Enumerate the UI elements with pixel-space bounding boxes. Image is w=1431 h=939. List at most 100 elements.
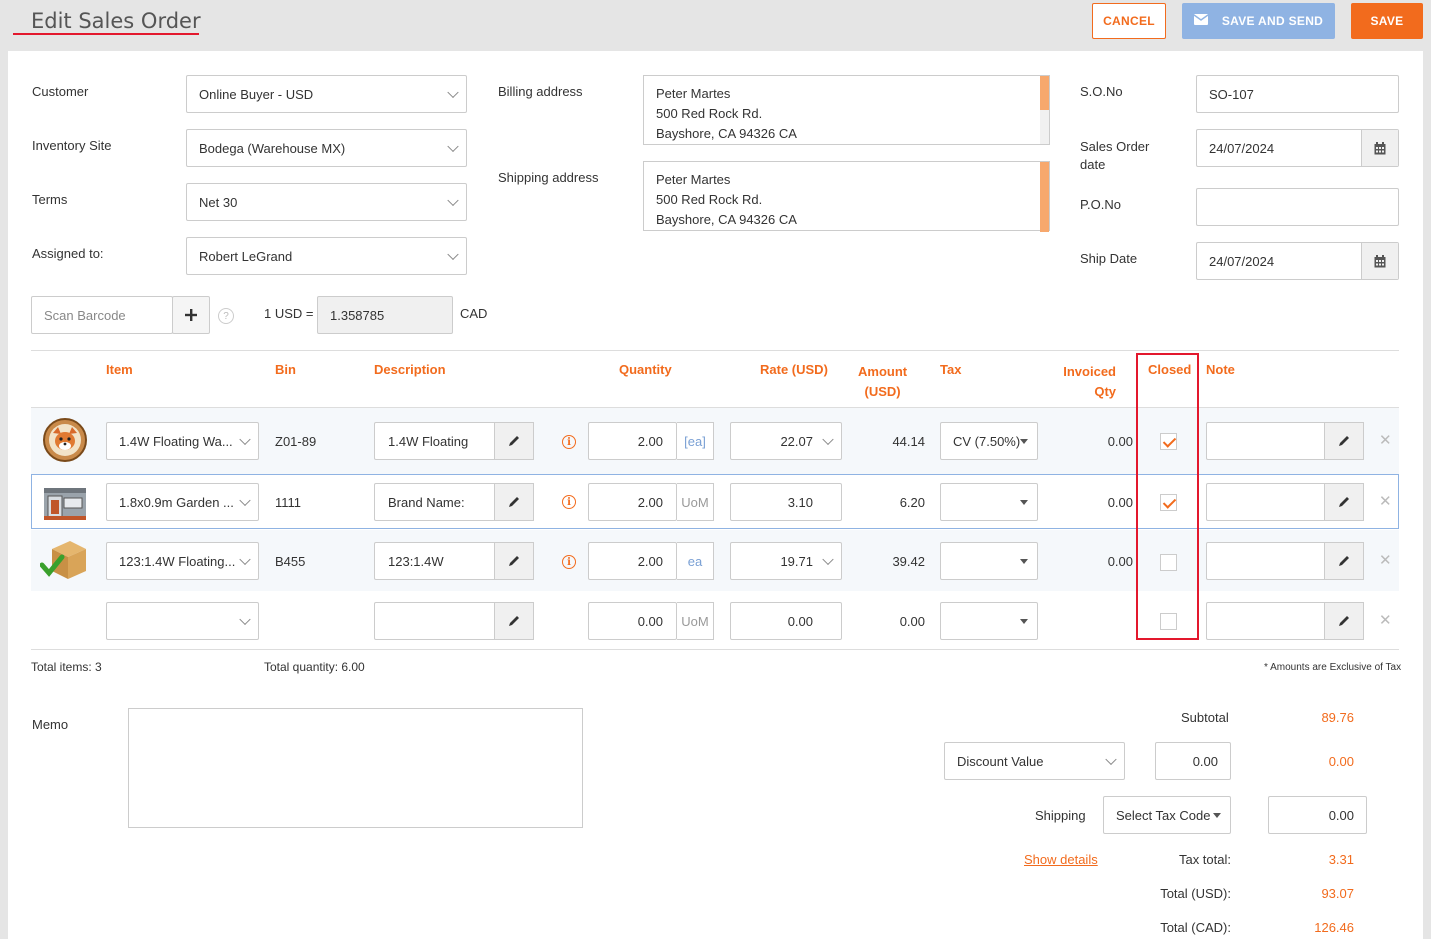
remove-row-icon[interactable]: ✕ [1379, 492, 1392, 510]
item-select[interactable]: 1.4W Floating Wa... [106, 422, 259, 460]
exchange-currency: CAD [460, 306, 488, 321]
col-rate[interactable]: Rate (USD) [760, 362, 828, 377]
pencil-icon[interactable] [1324, 483, 1364, 521]
tax-exclusive-note: * Amounts are Exclusive of Tax [1264, 662, 1402, 673]
assigned-to-select[interactable]: Robert LeGrand [186, 237, 467, 275]
shipping-address-field[interactable]: Peter Martes 500 Red Rock Rd. Bayshore, … [643, 161, 1050, 232]
quantity-input[interactable]: 2.00 [588, 542, 677, 580]
description-input[interactable]: 1.4W Floating [374, 422, 534, 460]
calendar-icon[interactable] [1361, 243, 1398, 279]
scrollbar-thumb[interactable] [1040, 76, 1049, 110]
calendar-icon[interactable] [1361, 130, 1398, 166]
customer-select[interactable]: Online Buyer - USD [186, 75, 467, 113]
pencil-icon[interactable] [1324, 602, 1364, 640]
unit-link[interactable]: [ea] [677, 422, 714, 460]
unit-link[interactable]: UoM [677, 602, 714, 640]
note-input[interactable] [1206, 422, 1364, 460]
scrollbar-thumb[interactable] [1040, 162, 1049, 232]
description-input[interactable] [374, 602, 534, 640]
shipping-input[interactable]: 0.00 [1268, 796, 1367, 834]
remove-row-icon[interactable]: ✕ [1379, 611, 1392, 629]
ship-date-input[interactable]: 24/07/2024 [1196, 242, 1399, 280]
quantity-input[interactable]: 0.00 [588, 602, 677, 640]
bin-value: 1111 [275, 495, 302, 510]
terms-select[interactable]: Net 30 [186, 183, 467, 221]
pencil-icon[interactable] [494, 542, 534, 580]
col-amount[interactable]: Amount (USD) [858, 362, 907, 402]
inventory-site-select[interactable]: Bodega (Warehouse MX) [186, 129, 467, 167]
rate-value: 19.71 [780, 553, 813, 569]
col-invoiced-qty[interactable]: Invoiced Qty [1058, 362, 1116, 402]
item-select[interactable] [106, 602, 259, 640]
rate-value: 22.07 [780, 433, 813, 449]
info-icon[interactable]: i [562, 495, 576, 509]
billing-address-field[interactable]: Peter Martes 500 Red Rock Rd. Bayshore, … [643, 75, 1050, 145]
cancel-button[interactable]: CANCEL [1092, 3, 1166, 39]
chevron-down-icon [822, 433, 834, 446]
save-and-send-button[interactable]: SAVE AND SEND [1182, 3, 1335, 39]
pencil-icon[interactable] [1324, 542, 1364, 580]
note-input[interactable] [1206, 542, 1364, 580]
description-input[interactable]: Brand Name: [374, 483, 534, 521]
rate-input[interactable]: 22.07 [730, 422, 842, 460]
exchange-rate-input[interactable]: 1.358785 [317, 296, 453, 334]
po-no-input[interactable] [1196, 188, 1399, 226]
chevron-down-icon [1105, 753, 1117, 766]
inventory-site-label: Inventory Site [32, 138, 112, 153]
unit-link[interactable]: UoM [677, 483, 714, 521]
col-tax[interactable]: Tax [940, 362, 961, 377]
pencil-icon[interactable] [494, 422, 534, 460]
info-icon[interactable]: i [562, 555, 576, 569]
col-item[interactable]: Item [106, 362, 133, 377]
so-no-input[interactable]: SO-107 [1196, 75, 1399, 113]
tax-select[interactable] [940, 483, 1038, 521]
quantity-input[interactable]: 2.00 [588, 422, 677, 460]
item-select[interactable]: 1.8x0.9m Garden ... [106, 483, 259, 521]
chevron-down-icon [239, 433, 251, 446]
ship-date-label: Ship Date [1080, 251, 1138, 266]
note-input[interactable] [1206, 602, 1364, 640]
rate-input[interactable]: 3.10 [730, 483, 842, 521]
shipping-address-label: Shipping address [498, 170, 599, 185]
chevron-down-icon [447, 140, 459, 153]
tax-select[interactable] [940, 602, 1038, 640]
item-select[interactable]: 123:1.4W Floating... [106, 542, 259, 580]
tax-select[interactable]: CV (7.50%) [940, 422, 1038, 460]
tax-total-label: Tax total: [1178, 852, 1231, 867]
col-invoiced-l2: Qty [1094, 384, 1116, 399]
chevron-down-icon [239, 553, 251, 566]
col-amount-l1: Amount [858, 364, 908, 379]
col-description[interactable]: Description [374, 362, 446, 377]
tax-select[interactable] [940, 542, 1038, 580]
col-quantity[interactable]: Quantity [619, 362, 672, 377]
note-input[interactable] [1206, 483, 1364, 521]
scan-barcode-input[interactable]: Scan Barcode [31, 296, 173, 334]
unit-link[interactable]: ea [677, 542, 714, 580]
col-note[interactable]: Note [1206, 362, 1235, 377]
info-icon[interactable]: i [562, 435, 576, 449]
memo-textarea[interactable] [128, 708, 583, 828]
pencil-icon[interactable] [1324, 422, 1364, 460]
sales-order-date-input[interactable]: 24/07/2024 [1196, 129, 1399, 167]
discount-type-select[interactable]: Discount Value [944, 742, 1125, 780]
remove-row-icon[interactable]: ✕ [1379, 431, 1392, 449]
description-input[interactable]: 123:1.4W [374, 542, 534, 580]
show-details-link[interactable]: Show details [1024, 852, 1098, 867]
quantity-input[interactable]: 2.00 [588, 483, 677, 521]
chevron-down-icon [447, 248, 459, 261]
help-icon[interactable]: ? [218, 308, 234, 324]
shipping-tax-select[interactable]: Select Tax Code [1103, 796, 1231, 834]
discount-value: 0.00 [1328, 754, 1354, 769]
add-barcode-button[interactable] [172, 296, 210, 334]
rate-input[interactable]: 0.00 [730, 602, 842, 640]
col-bin[interactable]: Bin [275, 362, 296, 377]
save-button[interactable]: SAVE [1351, 3, 1423, 39]
sales-order-date-label-l2: date [1080, 157, 1106, 172]
discount-input[interactable]: 0.00 [1155, 742, 1231, 780]
pencil-icon[interactable] [494, 483, 534, 521]
assigned-to-value: Robert LeGrand [199, 248, 293, 264]
remove-row-icon[interactable]: ✕ [1379, 551, 1392, 569]
rate-input[interactable]: 19.71 [730, 542, 842, 580]
terms-value: Net 30 [199, 194, 238, 210]
pencil-icon[interactable] [494, 602, 534, 640]
